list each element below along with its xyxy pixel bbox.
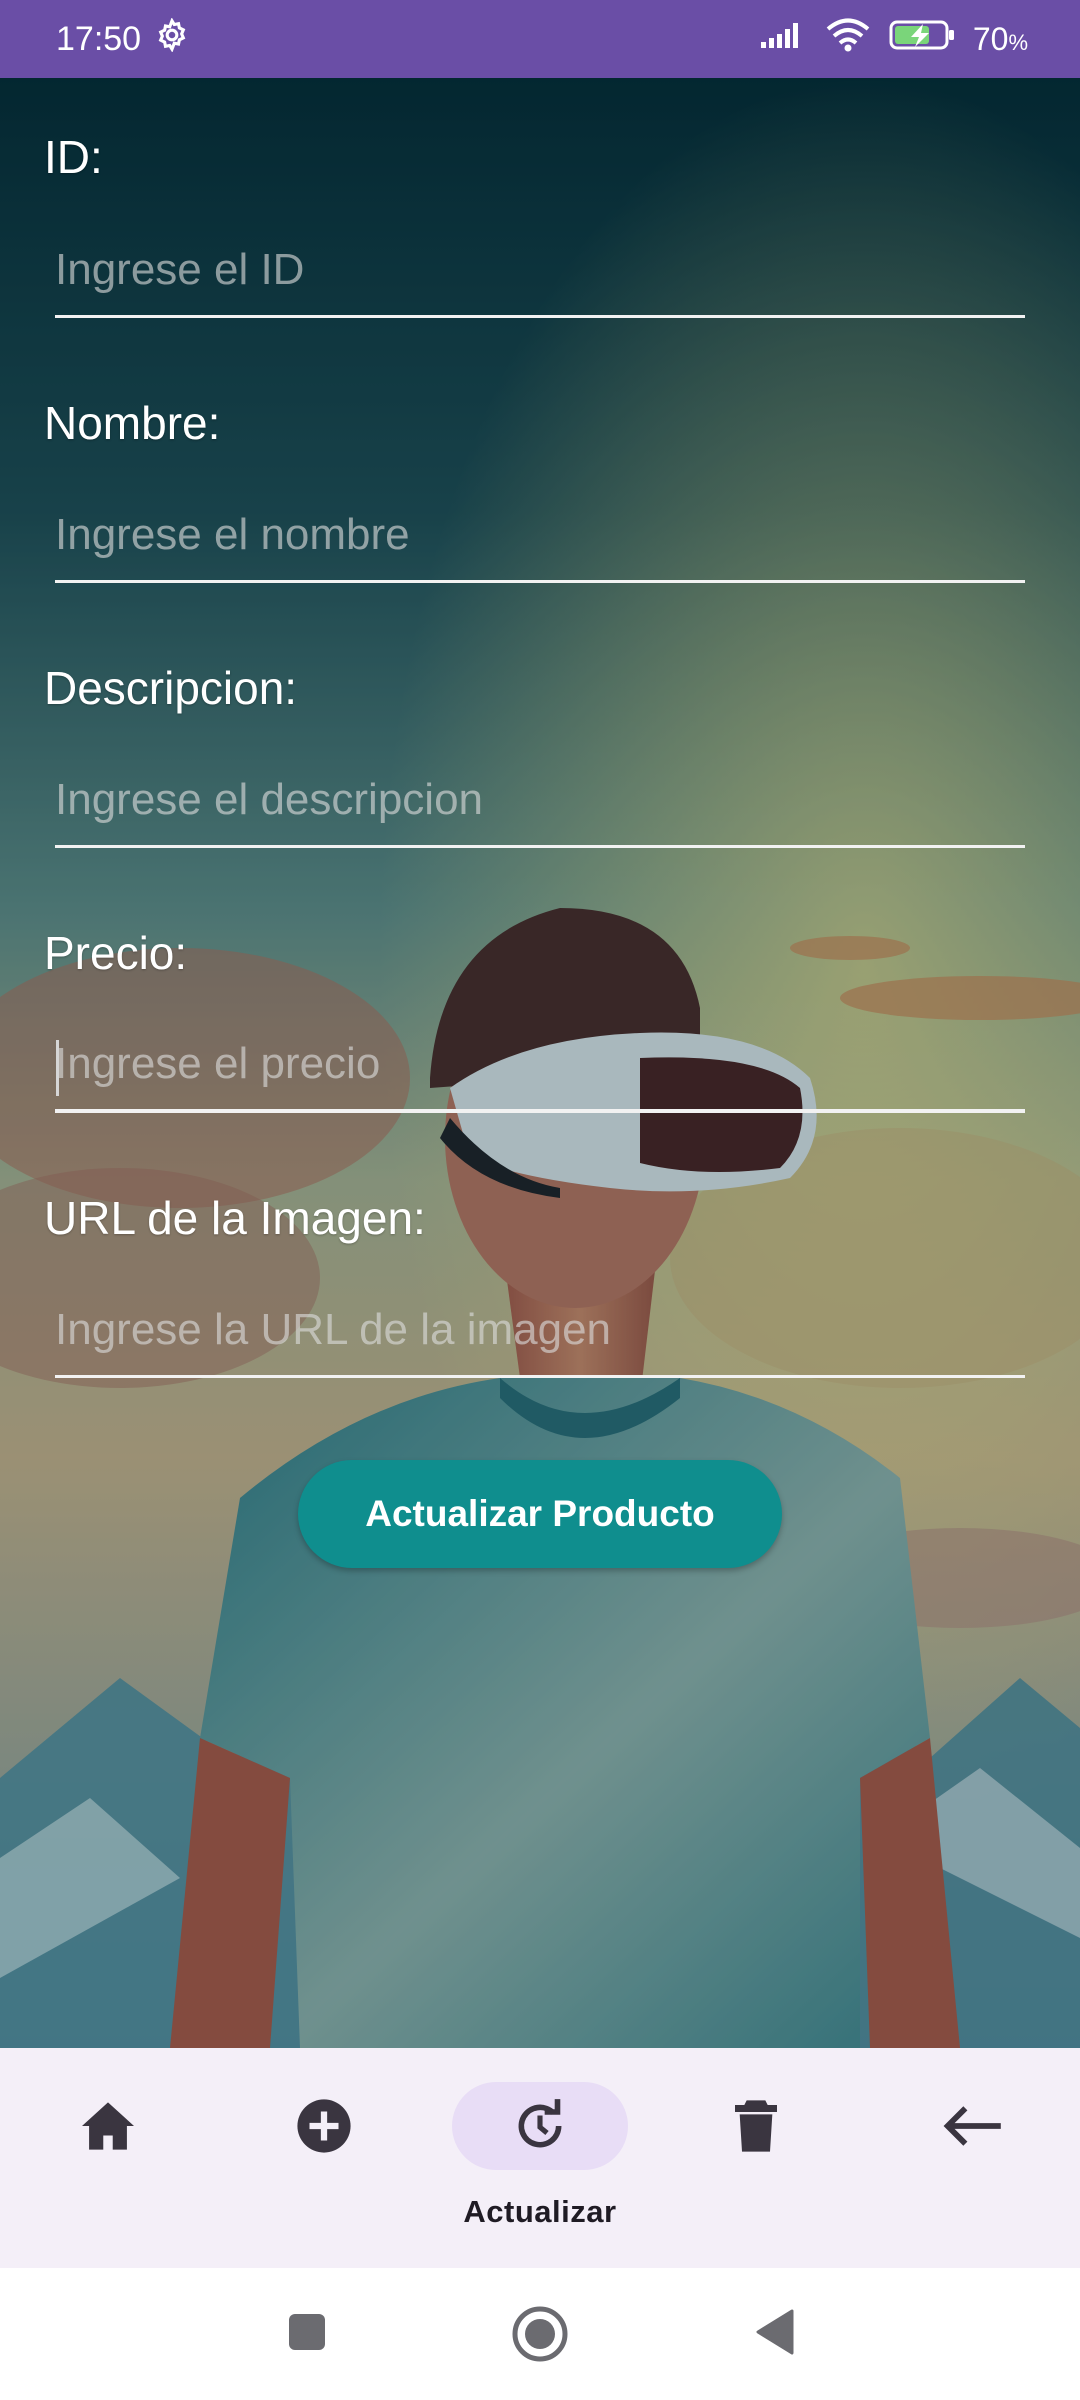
id-label: ID: xyxy=(44,131,103,183)
update-product-button[interactable]: Actualizar Producto xyxy=(298,1460,782,1568)
status-bar: 17:50 70% xyxy=(0,0,1080,78)
signal-icon xyxy=(759,20,807,59)
status-time: 17:50 xyxy=(56,19,142,58)
system-navigation-bar xyxy=(0,2268,1080,2400)
recents-button[interactable] xyxy=(272,2304,342,2364)
back-triangle-icon xyxy=(754,2308,796,2361)
name-field[interactable] xyxy=(55,503,1025,583)
recents-icon xyxy=(287,2312,327,2357)
arrow-back-icon xyxy=(941,2103,1003,2154)
home-system-button[interactable] xyxy=(502,2298,578,2374)
nav-item-update[interactable] xyxy=(460,2048,620,2208)
wifi-icon xyxy=(825,18,871,61)
nav-item-home[interactable] xyxy=(28,2048,188,2208)
add-circle-icon xyxy=(295,2097,353,2160)
price-field[interactable] xyxy=(55,1033,1025,1113)
battery-charging-icon xyxy=(889,19,955,60)
price-label: Precio: xyxy=(44,927,188,979)
home-icon xyxy=(79,2100,137,2157)
delete-icon xyxy=(732,2098,780,2159)
image-url-field[interactable] xyxy=(55,1298,1025,1378)
name-label: Nombre: xyxy=(44,397,221,449)
update-icon xyxy=(512,2098,568,2159)
nav-item-back[interactable] xyxy=(892,2048,1052,2208)
image-url-label: URL de la Imagen: xyxy=(44,1192,426,1244)
home-circle-icon xyxy=(510,2304,570,2369)
back-system-button[interactable] xyxy=(740,2304,810,2364)
battery-unit: % xyxy=(1008,29,1028,55)
bottom-navigation: Actualizar xyxy=(0,2048,1080,2268)
nav-item-delete[interactable] xyxy=(676,2048,836,2208)
text-caret xyxy=(56,1040,59,1096)
nav-item-add[interactable] xyxy=(244,2048,404,2208)
id-field[interactable] xyxy=(55,238,1025,318)
battery-percent: 70 xyxy=(972,20,1009,57)
nav-label-update: Actualizar xyxy=(463,2194,617,2229)
gear-icon xyxy=(155,16,189,61)
description-label: Descripcion: xyxy=(44,662,298,714)
description-field[interactable] xyxy=(55,768,1025,848)
